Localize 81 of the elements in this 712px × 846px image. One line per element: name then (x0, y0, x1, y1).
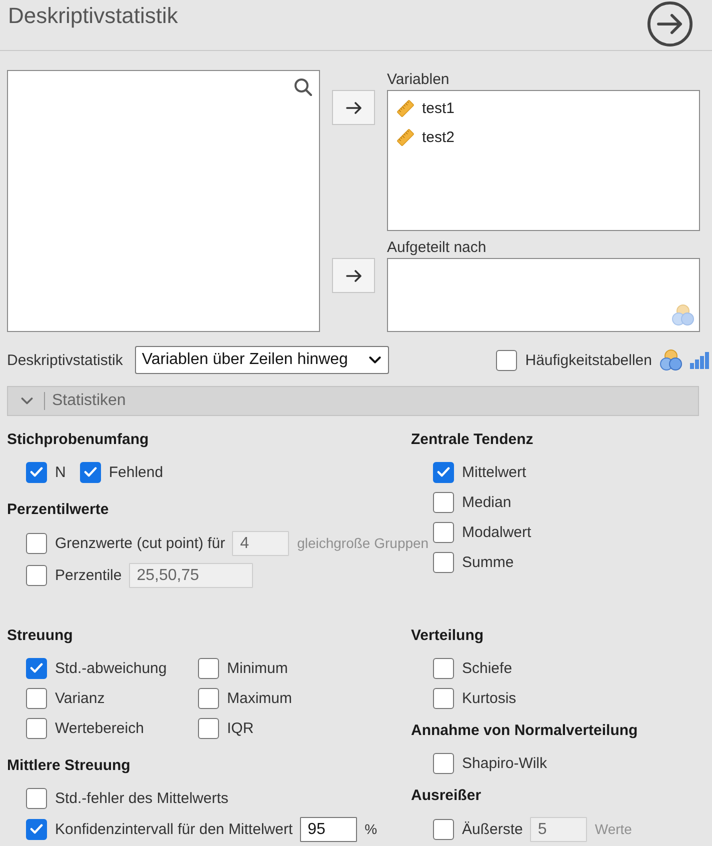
move-button[interactable] (332, 258, 375, 293)
circles-icon (672, 304, 694, 326)
number-field[interactable]: 95 (300, 816, 357, 842)
group-heading: Mittlere Streuung (7, 756, 130, 776)
layout-dropdown[interactable]: Variablen über Zeilen hinweg (134, 346, 389, 374)
checkbox[interactable] (433, 522, 454, 542)
option-label: Wertebereich (55, 720, 144, 736)
option-label: Std.-fehler des Mittelwerts (55, 790, 228, 806)
checkbox[interactable] (433, 818, 454, 840)
list-label: Aufgeteilt nach (387, 238, 486, 258)
option-label: Schiefe (462, 660, 512, 676)
checkbox[interactable] (26, 658, 47, 678)
variable-drop-list[interactable]: test1 test2 (387, 90, 700, 231)
page-title: Deskriptivstatistik (8, 2, 178, 30)
list-label: Variablen (387, 70, 450, 90)
caret-icon (368, 356, 381, 364)
option-label: Äußerste (462, 820, 523, 838)
group-heading: Stichprobenumfang (7, 430, 149, 450)
checkbox[interactable] (496, 350, 518, 370)
checkbox[interactable] (198, 718, 219, 738)
checkbox[interactable] (26, 718, 47, 738)
number-field[interactable]: 25,50,75 (128, 562, 253, 588)
checkmark-icon (437, 467, 450, 477)
group-heading: Perzentilwerte (7, 500, 109, 520)
search-icon (294, 78, 312, 96)
option-label: Summe (462, 554, 514, 570)
option-label: Konfidenzintervall für den Mittelwert (55, 820, 293, 838)
variable-drop-list[interactable] (387, 258, 700, 332)
option-label: Varianz (55, 690, 105, 706)
group-heading: Annahme von Normalverteilung (411, 721, 638, 741)
unit-label: gleichgroße Gruppen (297, 535, 429, 551)
checkbox[interactable] (26, 688, 47, 708)
checkbox[interactable] (433, 752, 454, 774)
move-button[interactable] (332, 90, 375, 125)
option-label: IQR (227, 720, 254, 736)
option-label: Modalwert (462, 524, 532, 540)
number-field[interactable]: 5 (530, 816, 587, 842)
arrow-right-icon (346, 270, 362, 282)
unit-label: Werte (594, 821, 632, 837)
checkmark-icon (30, 467, 43, 477)
variable-item[interactable]: test1 (396, 94, 455, 123)
checkbox[interactable] (433, 658, 454, 678)
checkbox[interactable] (26, 564, 47, 586)
variable-item[interactable]: test2 (396, 123, 455, 152)
group-heading: Ausreißer (411, 786, 482, 806)
option-label: Perzentile (55, 566, 122, 584)
option-label: Maximum (227, 690, 292, 706)
checkbox[interactable] (26, 462, 47, 482)
field-label: Deskriptivstatistik (7, 352, 123, 368)
number-field[interactable]: 4 (232, 530, 290, 556)
circles-icon (660, 349, 682, 371)
checkbox[interactable] (433, 462, 454, 482)
option-label: Shapiro-Wilk (462, 754, 548, 772)
checkbox[interactable] (26, 818, 47, 840)
option-label: Häufigkeitstabellen (525, 352, 652, 368)
option-label: N (55, 464, 66, 480)
checkbox[interactable] (433, 552, 454, 572)
group-heading: Streuung (7, 626, 73, 646)
option-label: Minimum (227, 660, 288, 676)
group-heading: Zentrale Tendenz (411, 430, 534, 450)
arrow-right-icon (346, 102, 362, 114)
checkmark-icon (30, 663, 43, 673)
option-label: Std.-abweichung (55, 660, 167, 676)
checkmark-icon (30, 824, 43, 834)
bar-chart-icon (690, 352, 709, 368)
checkbox[interactable] (433, 492, 454, 512)
option-label: Mittelwert (462, 464, 526, 480)
section-toggle[interactable]: Statistiken (7, 386, 699, 416)
option-label: Fehlend (108, 464, 164, 480)
option-label: Median (462, 494, 512, 510)
checkbox[interactable] (26, 532, 47, 554)
checkbox[interactable] (80, 462, 101, 482)
checkbox[interactable] (26, 788, 47, 808)
option-label: Kurtosis (462, 690, 516, 706)
checkbox[interactable] (198, 688, 219, 708)
checkbox[interactable] (198, 658, 219, 678)
checkmark-icon (84, 467, 97, 477)
group-heading: Verteilung (411, 626, 484, 646)
unit-label: % (364, 821, 378, 837)
option-label: Grenzwerte (cut point) für (55, 534, 226, 552)
checkbox[interactable] (433, 688, 454, 708)
